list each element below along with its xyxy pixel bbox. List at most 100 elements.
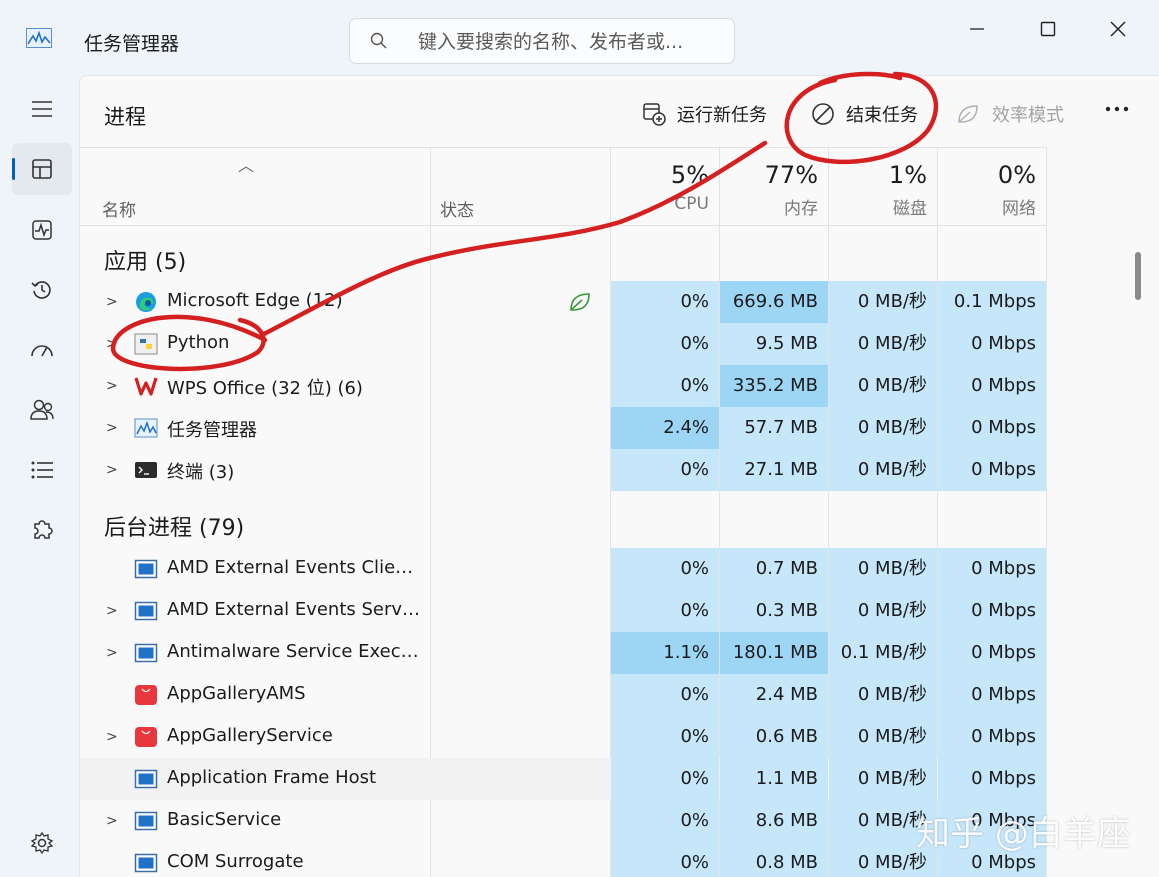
network-value: 0 Mbps <box>938 632 1046 674</box>
cpu-value: 0% <box>611 281 719 323</box>
run-new-task-button[interactable]: 运行新任务 <box>642 99 767 129</box>
vertical-scrollbar[interactable] <box>1132 226 1142 877</box>
memory-total-pct: 77% <box>764 161 818 189</box>
search-box[interactable] <box>349 18 735 64</box>
expand-chevron-icon[interactable]: > <box>106 420 118 436</box>
edge-icon <box>134 291 158 313</box>
network-value: 0 Mbps <box>938 449 1046 491</box>
expand-chevron-icon[interactable]: > <box>106 462 118 478</box>
service-icon <box>134 810 158 832</box>
cpu-total-pct: 5% <box>670 161 709 189</box>
column-name-label: 名称 <box>102 201 136 221</box>
services-puzzle-icon <box>34 520 53 539</box>
memory-label: 内存 <box>784 199 818 219</box>
expand-chevron-icon[interactable]: > <box>106 294 118 310</box>
expand-chevron-icon[interactable]: > <box>106 729 118 745</box>
run-new-task-label: 运行新任务 <box>677 105 767 126</box>
nav-users[interactable] <box>12 384 72 436</box>
terminal-icon <box>134 459 158 481</box>
service-icon <box>134 768 158 790</box>
disk-value: 0 MB/秒 <box>829 365 937 407</box>
nav-processes[interactable] <box>12 143 72 195</box>
main-panel: 进程 运行新任务 结束任务 效率模式 ︿ 名称 状态 5% CPU 77% 内存 <box>79 75 1159 877</box>
maximize-icon <box>1040 21 1056 37</box>
network-value: 0 Mbps <box>938 758 1046 800</box>
column-status-label[interactable]: 状态 <box>440 196 474 221</box>
column-header-memory[interactable]: 77% 内存 <box>720 148 828 225</box>
cpu-value: 2.4% <box>611 407 719 449</box>
startup-speedometer-icon <box>31 345 53 357</box>
group-title-background: 后台进程 (79) <box>104 516 245 541</box>
process-row[interactable]: COM Surrogate 0% 0.8 MB 0 MB/秒 0 Mbps <box>80 842 1046 877</box>
expand-chevron-icon[interactable]: > <box>106 603 118 619</box>
process-row[interactable]: AppGalleryAMS 0% 2.4 MB 0 MB/秒 0 Mbps <box>80 674 1046 716</box>
process-name: AppGalleryService <box>167 725 333 746</box>
process-row[interactable]: AMD External Events Client ... 0% 0.7 MB 0 … <box>80 548 1046 590</box>
scrollbar-thumb[interactable] <box>1135 252 1141 300</box>
process-name: BasicService <box>167 809 282 830</box>
disk-value: 0 MB/秒 <box>829 323 937 365</box>
efficiency-mode-button[interactable]: 效率模式 <box>955 99 1064 129</box>
process-row[interactable]: Application Frame Host 0% 1.1 MB 0 MB/秒 0 Mb… <box>80 758 1046 800</box>
nav-app-history[interactable] <box>12 264 72 316</box>
nav-startup[interactable] <box>12 324 72 376</box>
users-icon <box>30 399 54 420</box>
more-options-button[interactable] <box>1100 94 1134 124</box>
network-value: 0 Mbps <box>938 716 1046 758</box>
nav-services[interactable] <box>12 504 72 556</box>
column-header-cpu[interactable]: 5% CPU <box>611 148 719 225</box>
search-input[interactable] <box>416 27 720 57</box>
process-row[interactable]: > 终端 (3) 0% 27.1 MB 0 MB/秒 0 Mbps <box>80 449 1046 491</box>
network-value: 0 Mbps <box>938 674 1046 716</box>
process-row[interactable]: > Python 0% 9.5 MB 0 MB/秒 0 Mbps <box>80 323 1046 365</box>
end-task-button[interactable]: 结束任务 <box>811 99 918 129</box>
column-header-network[interactable]: 0% 网络 <box>938 148 1046 225</box>
memory-value: 0.8 MB <box>720 842 828 877</box>
search-icon <box>370 32 388 54</box>
expand-chevron-icon[interactable]: > <box>106 645 118 661</box>
expand-chevron-icon[interactable]: > <box>106 813 118 829</box>
cpu-value: 0% <box>611 674 719 716</box>
run-new-task-icon <box>643 103 666 126</box>
disk-value: 0 MB/秒 <box>829 674 937 716</box>
expand-chevron-icon[interactable]: > <box>106 336 118 352</box>
efficiency-mode-label: 效率模式 <box>992 105 1064 126</box>
nav-details[interactable] <box>12 444 72 496</box>
nav-settings[interactable] <box>12 817 72 869</box>
nav-menu-button[interactable] <box>12 83 72 135</box>
network-value: 0 Mbps <box>938 365 1046 407</box>
close-button[interactable] <box>1096 14 1140 44</box>
process-row[interactable]: > Antimalware Service Execut... 1.1% 180.1 … <box>80 632 1046 674</box>
process-row[interactable]: > WPS Office (32 位) (6) 0% 335.2 MB 0 MB/秒 0 … <box>80 365 1046 407</box>
expand-chevron-icon[interactable]: > <box>106 378 118 394</box>
cpu-value: 0% <box>611 590 719 632</box>
service-icon <box>134 642 158 664</box>
service-icon <box>134 852 158 874</box>
cpu-value: 0% <box>611 449 719 491</box>
process-name: AMD External Events Client ... <box>167 557 422 578</box>
window-title: 任务管理器 <box>84 33 180 55</box>
network-value: 0 Mbps <box>938 548 1046 590</box>
column-header-name[interactable]: ︿ 名称 <box>80 148 430 225</box>
maximize-button[interactable] <box>1026 14 1070 44</box>
disk-value: 0 MB/秒 <box>829 590 937 632</box>
process-row[interactable]: > AMD External Events Servic... 0% 0.3 MB 0 … <box>80 590 1046 632</box>
disk-value: 0 MB/秒 <box>829 281 937 323</box>
end-task-label: 结束任务 <box>846 105 918 126</box>
minimize-button[interactable] <box>955 14 999 44</box>
column-header-disk[interactable]: 1% 磁盘 <box>829 148 937 225</box>
process-row[interactable]: > Microsoft Edge (12) 0% 669.6 MB 0 MB/秒 0.1 … <box>80 281 1046 323</box>
processes-icon <box>32 159 52 179</box>
memory-value: 180.1 MB <box>720 632 828 674</box>
title-bar: 任务管理器 <box>0 0 1159 75</box>
process-row[interactable]: > BasicService 0% 8.6 MB 0 MB/秒 0 Mbps <box>80 800 1046 842</box>
details-list-icon <box>31 461 53 479</box>
process-row[interactable]: > 任务管理器 2.4% 57.7 MB 0 MB/秒 0 Mbps <box>80 407 1046 449</box>
disk-value: 0 MB/秒 <box>829 548 937 590</box>
process-row[interactable]: > AppGalleryService 0% 0.6 MB 0 MB/秒 0 Mbps <box>80 716 1046 758</box>
memory-value: 0.3 MB <box>720 590 828 632</box>
cpu-value: 0% <box>611 365 719 407</box>
huawei-icon <box>134 726 158 748</box>
nav-performance[interactable] <box>12 204 72 256</box>
process-name: AppGalleryAMS <box>167 683 306 704</box>
